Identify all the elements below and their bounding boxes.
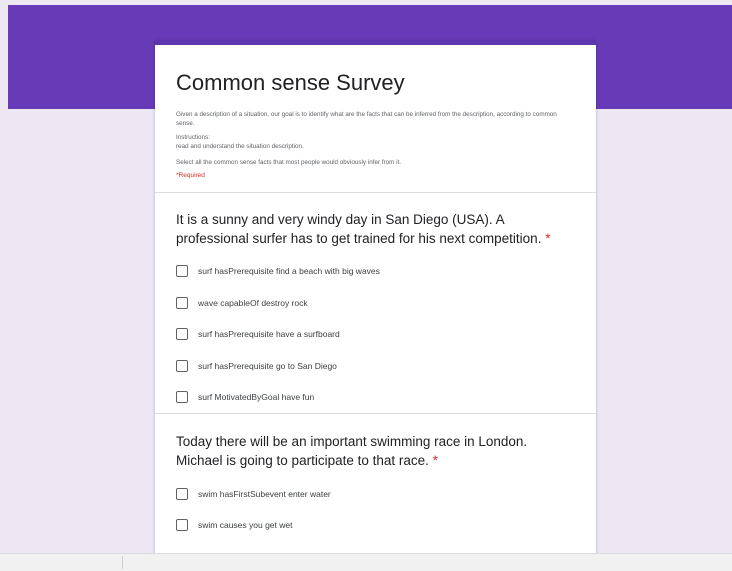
required-star: * bbox=[545, 230, 551, 246]
checkbox[interactable] bbox=[176, 391, 188, 404]
checkbox[interactable] bbox=[176, 519, 188, 532]
checkbox[interactable] bbox=[176, 487, 188, 500]
question-2: Today there will be an important swimmin… bbox=[155, 414, 596, 541]
form-title: Common sense Survey bbox=[176, 70, 405, 95]
option-label: surf hasPrerequisite find a beach with b… bbox=[198, 266, 380, 277]
checkbox[interactable] bbox=[176, 328, 188, 341]
option-label: wave capableOf destroy rock bbox=[198, 297, 308, 308]
option-label: surf hasPrerequisite have a surfboard bbox=[198, 329, 340, 340]
instruction-line: read and understand the situation descri… bbox=[176, 142, 304, 150]
instruction-line: Select all the common sense facts that m… bbox=[176, 159, 402, 166]
question-1-text: It is a sunny and very windy day in San … bbox=[176, 211, 542, 246]
option-label: surf MotivatedByGoal have fun bbox=[198, 392, 315, 403]
checkbox-option[interactable]: surf hasPrerequisite have a surfboard bbox=[176, 319, 576, 351]
instructions-heading: Instructions: bbox=[176, 134, 210, 141]
checkbox-option[interactable]: swim hasFirstSubevent enter water bbox=[176, 478, 576, 510]
checkbox-option[interactable]: surf hasPrerequisite go to San Diego bbox=[176, 350, 576, 382]
bottom-bar bbox=[0, 553, 732, 571]
question-text: Today there will be an important swimmin… bbox=[176, 432, 576, 470]
required-star: * bbox=[432, 453, 438, 468]
question-text: It is a sunny and very windy day in San … bbox=[176, 210, 576, 248]
option-label: surf hasPrerequisite go to San Diego bbox=[198, 360, 337, 371]
question-1: It is a sunny and very windy day in San … bbox=[155, 193, 596, 414]
form-card: Common sense Survey Given a description … bbox=[155, 40, 596, 565]
checkbox[interactable] bbox=[176, 265, 188, 278]
checkbox[interactable] bbox=[176, 296, 188, 309]
required-note: *Required bbox=[176, 171, 205, 179]
form-header: Common sense Survey Given a description … bbox=[155, 45, 596, 179]
checkbox[interactable] bbox=[176, 359, 188, 372]
checkbox-option[interactable]: wave capableOf destroy rock bbox=[176, 287, 576, 319]
question-2-text: Today there will be an important swimmin… bbox=[176, 434, 528, 468]
option-label: swim causes you get wet bbox=[198, 520, 293, 531]
bar-separator bbox=[122, 556, 123, 569]
checkbox-option[interactable]: surf MotivatedByGoal have fun bbox=[176, 382, 576, 414]
checkbox-option[interactable]: swim causes you get wet bbox=[176, 510, 576, 542]
option-label: swim hasFirstSubevent enter water bbox=[198, 488, 331, 499]
checkbox-option[interactable]: surf hasPrerequisite find a beach with b… bbox=[176, 256, 576, 288]
form-description: Given a description of a situation, our … bbox=[176, 111, 557, 127]
